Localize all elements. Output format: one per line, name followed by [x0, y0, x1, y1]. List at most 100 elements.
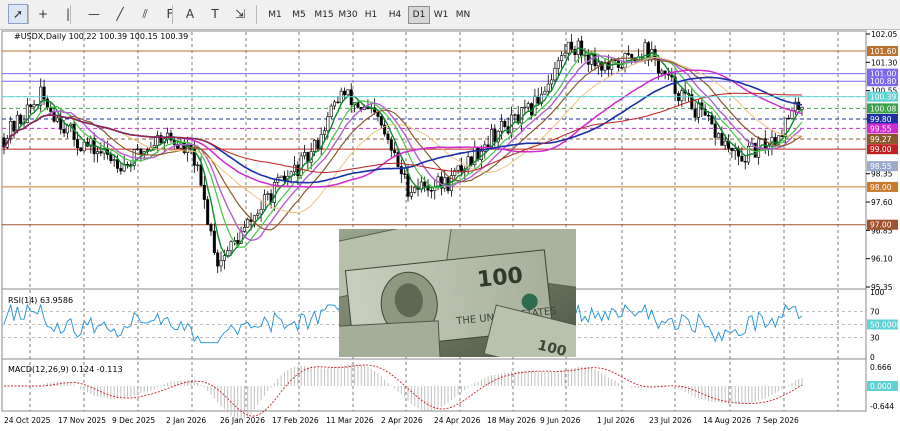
- candle-body: [520, 107, 524, 124]
- candle-body: [740, 155, 744, 162]
- timeframe-h1[interactable]: H1: [360, 6, 382, 24]
- svg-text:101.60: 101.60: [870, 47, 896, 56]
- candle-body: [226, 250, 230, 256]
- date-tick-label: 23 Jul 2026: [649, 416, 692, 425]
- candle-body: [199, 164, 203, 186]
- price-level-tag: 100.39: [867, 91, 898, 102]
- candle-body: [109, 154, 113, 162]
- candle-body: [630, 54, 634, 59]
- candle-body: [743, 160, 747, 163]
- rsi-label: RSI(14) 63.9586: [8, 296, 73, 305]
- channel-icon[interactable]: ⫽: [135, 4, 155, 24]
- candle-body: [393, 150, 397, 153]
- timeframe-m5[interactable]: M5: [288, 6, 310, 24]
- candle-body: [35, 104, 39, 106]
- candle-body: [119, 168, 123, 172]
- price-level-tag: 99.00: [867, 144, 898, 155]
- macd-label: MACD(12,26,9) 0.124 -0.113: [8, 365, 123, 374]
- candle-body: [429, 190, 433, 192]
- timeframe-h4[interactable]: H4: [384, 6, 406, 24]
- chart-toolbar: ➚ + | — ╱ ⫽ F A T ⇲ M1 M5 M15 M30 H1 H4 D1 W1 MN: [0, 0, 900, 30]
- candle-body: [29, 104, 33, 108]
- candle-body: [456, 165, 460, 171]
- candle-body: [152, 145, 156, 148]
- text-label-icon[interactable]: T: [205, 4, 225, 24]
- crosshair-icon[interactable]: +: [33, 4, 53, 24]
- candle-body: [693, 108, 697, 118]
- candle-body: [279, 175, 283, 178]
- timeframe-m30[interactable]: M30: [336, 6, 360, 24]
- timeframe-mn[interactable]: MN: [453, 6, 473, 24]
- candle-body: [256, 213, 260, 216]
- candle-body: [676, 93, 680, 101]
- rsi-tick-label: 50.0000: [870, 321, 900, 330]
- candle-body: [566, 41, 570, 54]
- candle-body: [800, 106, 804, 110]
- candle-body: [246, 219, 250, 228]
- svg-text:99.55: 99.55: [870, 124, 892, 133]
- macd-tick-label: 0.000: [870, 382, 892, 391]
- candle-body: [95, 151, 99, 155]
- candle-body: [252, 215, 256, 222]
- candle-body: [116, 159, 120, 169]
- candle-body: [499, 121, 503, 132]
- timeframe-m15[interactable]: M15: [312, 6, 336, 24]
- timeframe-w1[interactable]: W1: [431, 6, 451, 24]
- candle-body: [79, 147, 83, 152]
- candle-body: [536, 95, 540, 104]
- toolbar-separator: [70, 5, 71, 24]
- cursor-icon[interactable]: ➚: [8, 4, 28, 24]
- candle-body: [550, 79, 554, 85]
- candle-body: [797, 101, 801, 110]
- candle-body: [266, 193, 270, 196]
- chart-header: #USDX,Daily 100.22 100.39 100.15 100.39: [14, 32, 188, 41]
- svg-text:97.00: 97.00: [870, 221, 892, 230]
- price-tick-label: 97.60: [871, 198, 893, 207]
- svg-text:100.08: 100.08: [870, 104, 896, 113]
- candle-body: [560, 55, 564, 62]
- candle-body: [656, 58, 660, 74]
- candle-body: [62, 128, 66, 134]
- candle-body: [336, 101, 340, 104]
- svg-text:100: 100: [476, 263, 524, 293]
- candle-body: [379, 116, 383, 126]
- candle-body: [202, 184, 206, 200]
- price-level-tag: 98.55: [867, 161, 898, 172]
- date-tick-label: 17 Feb 2026: [272, 416, 319, 425]
- candle-body: [99, 151, 103, 154]
- candle-body: [19, 114, 23, 125]
- svg-text:99.27: 99.27: [870, 135, 892, 144]
- candle-body: [166, 132, 170, 140]
- candle-body: [403, 173, 407, 175]
- timeframe-m1[interactable]: M1: [264, 6, 286, 24]
- candle-body: [780, 135, 784, 137]
- macd-tick-label: 0.666: [870, 363, 892, 372]
- horizontal-line-icon[interactable]: —: [84, 4, 104, 24]
- price-tick-label: 102.05: [871, 30, 897, 39]
- price-level-tag: 99.80: [867, 113, 898, 124]
- candle-body: [42, 86, 46, 100]
- svg-text:99.80: 99.80: [870, 115, 892, 124]
- candle-body: [423, 181, 427, 187]
- candle-body: [376, 111, 380, 117]
- candle-body: [55, 117, 59, 122]
- candle-body: [139, 148, 143, 155]
- candle-body: [713, 123, 717, 138]
- candle-body: [730, 147, 734, 151]
- candle-body: [493, 129, 497, 143]
- timeframe-d1[interactable]: D1: [408, 6, 430, 24]
- trendline-icon[interactable]: ╱: [110, 4, 130, 24]
- candle-body: [623, 53, 627, 69]
- candle-body: [346, 89, 350, 96]
- fibonacci-icon[interactable]: F: [160, 4, 180, 24]
- candle-body: [32, 104, 36, 108]
- text-icon[interactable]: A: [180, 4, 200, 24]
- svg-text:98.00: 98.00: [870, 183, 892, 192]
- price-tick-label: 101.30: [871, 58, 897, 67]
- candle-body: [513, 114, 517, 116]
- vertical-line-icon[interactable]: |: [58, 4, 78, 24]
- candle-body: [136, 148, 140, 151]
- shapes-icon[interactable]: ⇲: [230, 4, 250, 24]
- price-level-tag: 99.55: [867, 123, 898, 134]
- candle-body: [556, 60, 560, 69]
